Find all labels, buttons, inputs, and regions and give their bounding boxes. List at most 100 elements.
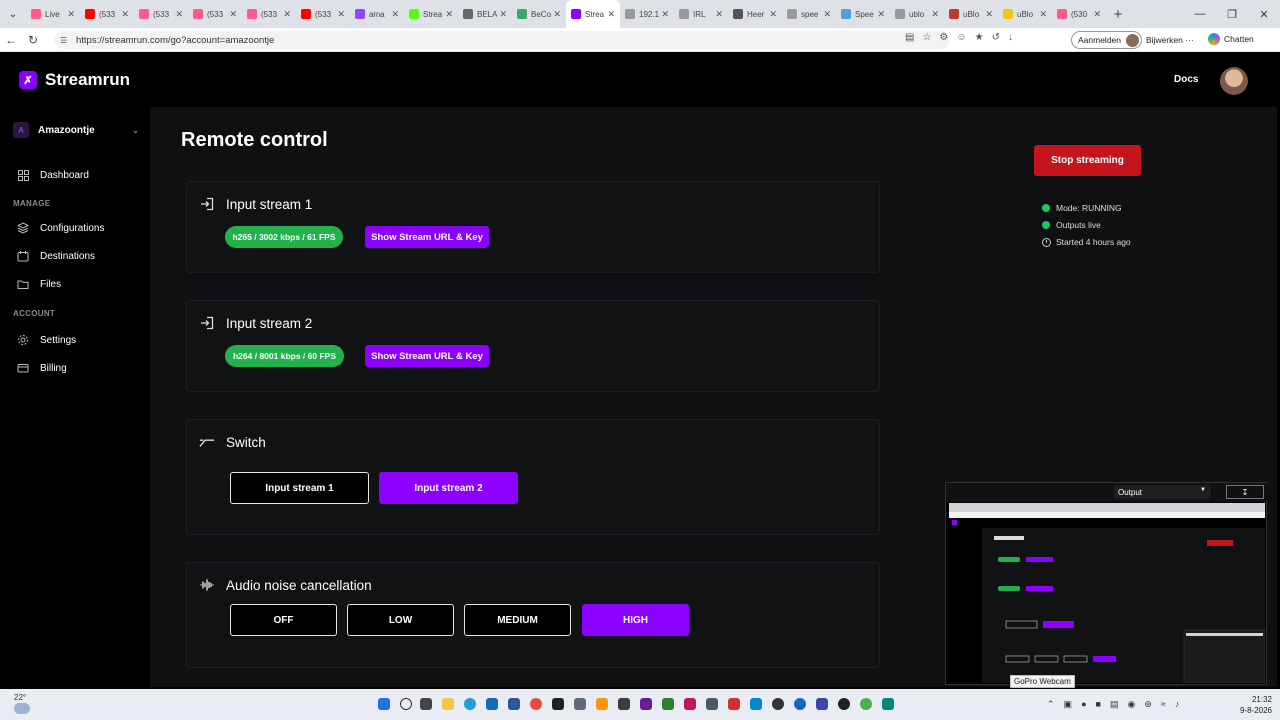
brand-name[interactable]: Streamrun: [45, 70, 130, 90]
app-icon[interactable]: [684, 698, 696, 710]
browser-tab[interactable]: 192.1 ✕: [620, 0, 674, 28]
favorite-star-icon[interactable]: ☆: [922, 32, 931, 43]
favorites-icon[interactable]: ★: [975, 32, 984, 43]
browser-tab[interactable]: Spee ✕: [836, 0, 890, 28]
signin-button[interactable]: Aanmelden: [1071, 31, 1143, 49]
tray-app-icon[interactable]: ◉: [1127, 699, 1135, 710]
tab-close-icon[interactable]: ✕: [391, 9, 399, 20]
sidebar-item-dashboard[interactable]: Dashboard: [17, 167, 89, 183]
browser-tab[interactable]: Live ✕: [26, 0, 80, 28]
app-icon[interactable]: [662, 698, 674, 710]
tab-close-icon[interactable]: ✕: [931, 9, 939, 20]
address-bar[interactable]: ☰ https://streamrun.com/go?account=amazo…: [54, 31, 949, 49]
app-icon[interactable]: [618, 698, 630, 710]
sidebar-item-settings[interactable]: Settings: [17, 332, 76, 348]
tab-close-icon[interactable]: ✕: [823, 9, 831, 20]
account-switcher[interactable]: A Amazoontje ⌄: [13, 121, 139, 139]
tray-app-icon[interactable]: ▤: [1110, 699, 1119, 710]
sidebar-item-configurations[interactable]: Configurations: [17, 220, 104, 236]
tray-app-icon[interactable]: ▣: [1064, 699, 1073, 710]
switch-option-input-2[interactable]: Input stream 2: [379, 472, 518, 504]
start-icon[interactable]: [378, 698, 390, 710]
browser-tab[interactable]: (533 ✕: [80, 0, 134, 28]
app-icon[interactable]: [596, 698, 608, 710]
task-view-icon[interactable]: [420, 698, 432, 710]
browser-tab[interactable]: Heer ✕: [728, 0, 782, 28]
browser-tab[interactable]: ublo ✕: [890, 0, 944, 28]
tab-close-icon[interactable]: ✕: [715, 9, 723, 20]
browser-tab[interactable]: uBlo ✕: [998, 0, 1052, 28]
chrome-icon[interactable]: [860, 698, 872, 710]
streamrun-logo-icon[interactable]: ✗: [19, 71, 37, 89]
wifi-icon[interactable]: ≈: [1161, 699, 1166, 710]
sidebar-item-billing[interactable]: Billing: [17, 360, 67, 376]
sidebar-item-files[interactable]: Files: [17, 276, 61, 292]
noise-option-off[interactable]: OFF: [230, 604, 337, 636]
tab-close-icon[interactable]: ✕: [661, 9, 669, 20]
browser-tab[interactable]: BELA ✕: [458, 0, 512, 28]
tab-close-icon[interactable]: ✕: [283, 9, 291, 20]
app-icon[interactable]: [574, 698, 586, 710]
tab-close-icon[interactable]: ✕: [985, 9, 993, 20]
new-tab-button[interactable]: +: [1106, 6, 1130, 23]
file-explorer-icon[interactable]: [442, 698, 454, 710]
app-icon[interactable]: [552, 698, 564, 710]
tab-close-icon[interactable]: ✕: [229, 9, 237, 20]
app-icon[interactable]: [838, 698, 850, 710]
weather-widget[interactable]: 22°: [14, 693, 30, 714]
noise-option-high[interactable]: HIGH: [582, 604, 689, 636]
show-stream-url-button[interactable]: Show Stream URL & Key: [365, 345, 489, 367]
show-stream-url-button[interactable]: Show Stream URL & Key: [365, 226, 489, 248]
history-icon[interactable]: ↺: [992, 32, 1000, 43]
minimize-icon[interactable]: —: [1184, 0, 1216, 28]
update-button[interactable]: Bijwerken ···: [1146, 35, 1194, 45]
app-icon[interactable]: [882, 698, 894, 710]
browser-tab[interactable]: (530 ✕: [1052, 0, 1106, 28]
browser-tab[interactable]: ama ✕: [350, 0, 404, 28]
tab-close-icon[interactable]: ✕: [445, 9, 453, 20]
user-avatar[interactable]: [1220, 67, 1248, 95]
tray-app-icon[interactable]: ■: [1096, 699, 1101, 710]
tray-overflow-icon[interactable]: ⌃: [1047, 699, 1055, 710]
output-preview-window[interactable]: Output ▼ ↧: [945, 482, 1268, 685]
browser-tab[interactable]: BeCo ✕: [512, 0, 566, 28]
switch-option-input-1[interactable]: Input stream 1: [230, 472, 369, 504]
taskbar-clock[interactable]: 21:32 9-8-2026: [1222, 694, 1272, 716]
bluetooth-icon[interactable]: ⊛: [1144, 699, 1152, 710]
tab-close-icon[interactable]: ✕: [499, 9, 507, 20]
downloads-icon[interactable]: ↓: [1008, 32, 1013, 43]
browser-tab[interactable]: spee ✕: [782, 0, 836, 28]
app-icon[interactable]: [706, 698, 718, 710]
tab-close-icon[interactable]: ✕: [337, 9, 345, 20]
browser-tab[interactable]: (533 ✕: [296, 0, 350, 28]
outlook-icon[interactable]: [486, 698, 498, 710]
volume-icon[interactable]: ♪: [1175, 699, 1180, 710]
docs-link[interactable]: Docs: [1174, 74, 1198, 85]
tab-close-icon[interactable]: ✕: [67, 9, 75, 20]
tab-close-icon[interactable]: ✕: [121, 9, 129, 20]
app-icon[interactable]: [750, 698, 762, 710]
noise-option-low[interactable]: LOW: [347, 604, 454, 636]
reader-mode-icon[interactable]: ▤: [905, 32, 914, 43]
output-select[interactable]: Output ▼: [1114, 485, 1211, 499]
app-icon[interactable]: [816, 698, 828, 710]
tab-close-icon[interactable]: ✕: [607, 9, 615, 20]
browser-tab[interactable]: uBlo ✕: [944, 0, 998, 28]
stop-streaming-button[interactable]: Stop streaming: [1034, 145, 1141, 176]
app-icon[interactable]: [508, 698, 520, 710]
noise-option-medium[interactable]: MEDIUM: [464, 604, 571, 636]
site-info-icon[interactable]: ☰: [60, 36, 70, 45]
copilot-button[interactable]: Chatten: [1208, 33, 1254, 45]
app-icon[interactable]: [640, 698, 652, 710]
tray-app-icon[interactable]: ●: [1081, 699, 1086, 710]
download-icon[interactable]: ↧: [1226, 485, 1264, 499]
browser-tab[interactable]: Strea ✕: [404, 0, 458, 28]
app-icon[interactable]: [794, 698, 806, 710]
browser-tab[interactable]: (533 ✕: [134, 0, 188, 28]
tab-close-icon[interactable]: ✕: [1093, 9, 1101, 20]
tab-close-icon[interactable]: ✕: [769, 9, 777, 20]
tab-close-icon[interactable]: ✕: [1039, 9, 1047, 20]
profile-icon[interactable]: ☺: [956, 32, 966, 43]
search-icon[interactable]: [400, 698, 412, 710]
maximize-icon[interactable]: ❐: [1216, 0, 1248, 28]
